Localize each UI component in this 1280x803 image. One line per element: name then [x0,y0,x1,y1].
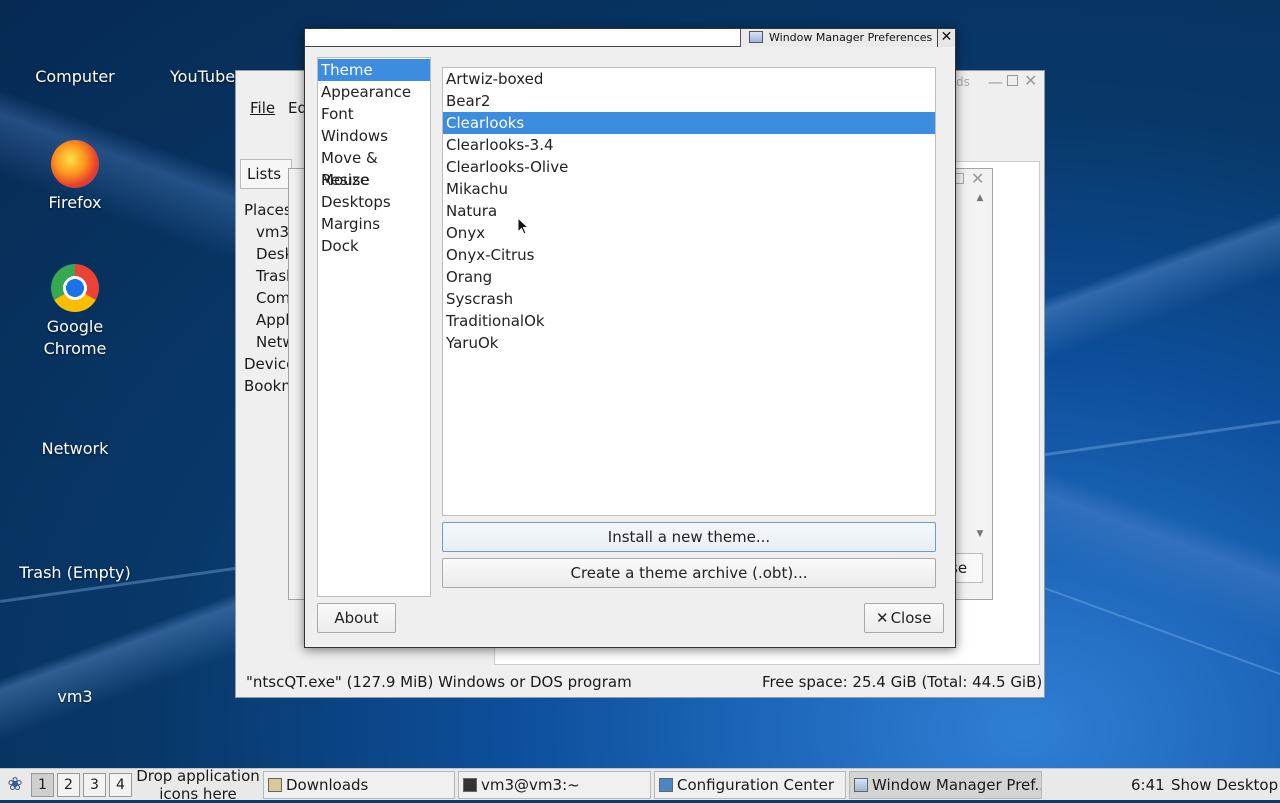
task-label: Window Manager Pref... [872,776,1042,794]
status-left: "ntscQT.exe" (127.9 MiB) Windows or DOS … [246,673,632,691]
close-button[interactable]: ✕ Close [864,603,944,633]
theme-item[interactable]: Orang [443,266,935,288]
window-title-fragment: ds [956,75,970,89]
theme-item[interactable]: TraditionalOk [443,310,935,332]
close-button-label: Close [890,609,932,627]
desktop-icon-label: Google Chrome [43,317,107,358]
close-icon[interactable]: ✕ [1024,71,1037,90]
drop-text: icons here [159,785,237,803]
theme-list: Artwiz-boxed Bear2 Clearlooks Clearlooks… [442,67,936,516]
category-move-resize[interactable]: Move & Resize [318,147,430,189]
category-windows[interactable]: Windows [318,125,430,147]
create-theme-archive-button[interactable]: Create a theme archive (.obt)... [442,558,936,588]
desktop-icon-firefox[interactable]: Firefox [10,140,140,214]
theme-item[interactable]: Clearlooks-3.4 [443,134,935,156]
task-downloads[interactable]: Downloads [263,771,455,799]
category-appearance[interactable]: Appearance [318,81,430,103]
window-title: Window Manager Preferences [769,31,933,44]
status-right: Free space: 25.4 GiB (Total: 44.5 GiB) [762,673,1043,691]
category-font[interactable]: Font [318,103,430,125]
category-theme[interactable]: Theme [318,59,430,81]
title-close-button[interactable]: ✕ [937,29,955,47]
show-desktop-button[interactable]: Show Desktop [1171,772,1278,798]
title-bar[interactable]: Window Manager Preferences ✕ [305,29,955,47]
theme-item[interactable]: Mikachu [443,178,935,200]
desktop-icon-vm3[interactable]: vm3 [10,686,140,708]
workspace-2[interactable]: 2 [57,773,80,797]
title-tab[interactable]: Window Manager Preferences [740,29,955,47]
close-icon[interactable]: ✕ [971,169,984,188]
category-desktops[interactable]: Desktops [318,191,430,213]
task-terminal[interactable]: vm3@vm3:~ [458,771,651,799]
taskbar: ❀ 1 2 3 4 Drop application icons here Do… [0,767,1280,803]
task-window-manager-preferences[interactable]: Window Manager Pref... [849,771,1042,799]
mouse-pointer-icon [517,217,529,235]
drop-text: Drop application [136,767,260,785]
category-margins[interactable]: Margins [318,213,430,235]
scroll-up-icon[interactable]: ▲ [973,193,987,203]
folder-icon [268,778,282,792]
desktop-icon-label: Firefox [48,193,102,212]
desktop-icon-label: Computer [35,67,115,86]
desktop-icon-computer[interactable]: Computer [10,66,140,88]
minimize-icon[interactable]: — [988,73,1003,91]
clock[interactable]: 6:41 [1131,772,1165,798]
theme-item[interactable]: Clearlooks-Olive [443,156,935,178]
window-app-icon [749,31,763,43]
desktop-icon-label: vm3 [57,687,93,706]
window-manager-preferences-dialog: Window Manager Preferences ✕ Theme Appea… [304,28,956,648]
window-app-icon [854,778,868,792]
category-list: Theme Appearance Font Windows Move & Res… [317,57,431,597]
start-menu-icon[interactable]: ❀ [4,774,26,796]
theme-item[interactable]: YaruOk [443,332,935,354]
launcher-drop-area[interactable]: Drop application icons here [136,767,260,803]
tab-lists[interactable]: Lists [240,159,292,189]
task-label: vm3@vm3:~ [481,776,580,794]
close-icon: ✕ [940,29,953,45]
desktop-icon-label: Trash (Empty) [19,563,131,582]
about-button[interactable]: About [317,603,396,633]
scroll-down-icon[interactable]: ▼ [973,529,987,539]
menu-file[interactable]: File [250,99,275,117]
scrollbar[interactable]: ▲ ▼ [973,193,987,539]
terminal-icon [463,778,477,792]
theme-item[interactable]: Artwiz-boxed [443,68,935,90]
task-configuration-center[interactable]: Configuration Center [654,771,846,799]
task-label: Configuration Center [677,776,834,794]
category-mouse[interactable]: Mouse [318,169,430,191]
firefox-icon [51,140,99,188]
desktop-icon-chrome[interactable]: Google Chrome [10,264,140,360]
workspace-3[interactable]: 3 [83,773,106,797]
desktop-icon-network[interactable]: Network [10,438,140,460]
chrome-icon [51,264,99,312]
theme-item[interactable]: Bear2 [443,90,935,112]
install-theme-button[interactable]: Install a new theme... [442,522,936,552]
close-icon: ✕ [876,609,889,627]
theme-item[interactable]: Syscrash [443,288,935,310]
maximize-icon[interactable] [1007,75,1018,86]
desktop-icon-trash[interactable]: Trash (Empty) [10,562,140,584]
theme-item-selected[interactable]: Clearlooks [443,112,935,134]
category-dock[interactable]: Dock [318,235,430,257]
settings-icon [659,778,673,792]
theme-item[interactable]: Onyx-Citrus [443,244,935,266]
workspace-1[interactable]: 1 [31,773,54,797]
desktop-icon-label: Network [41,439,109,458]
task-label: Downloads [286,776,369,794]
workspace-4[interactable]: 4 [109,773,132,797]
